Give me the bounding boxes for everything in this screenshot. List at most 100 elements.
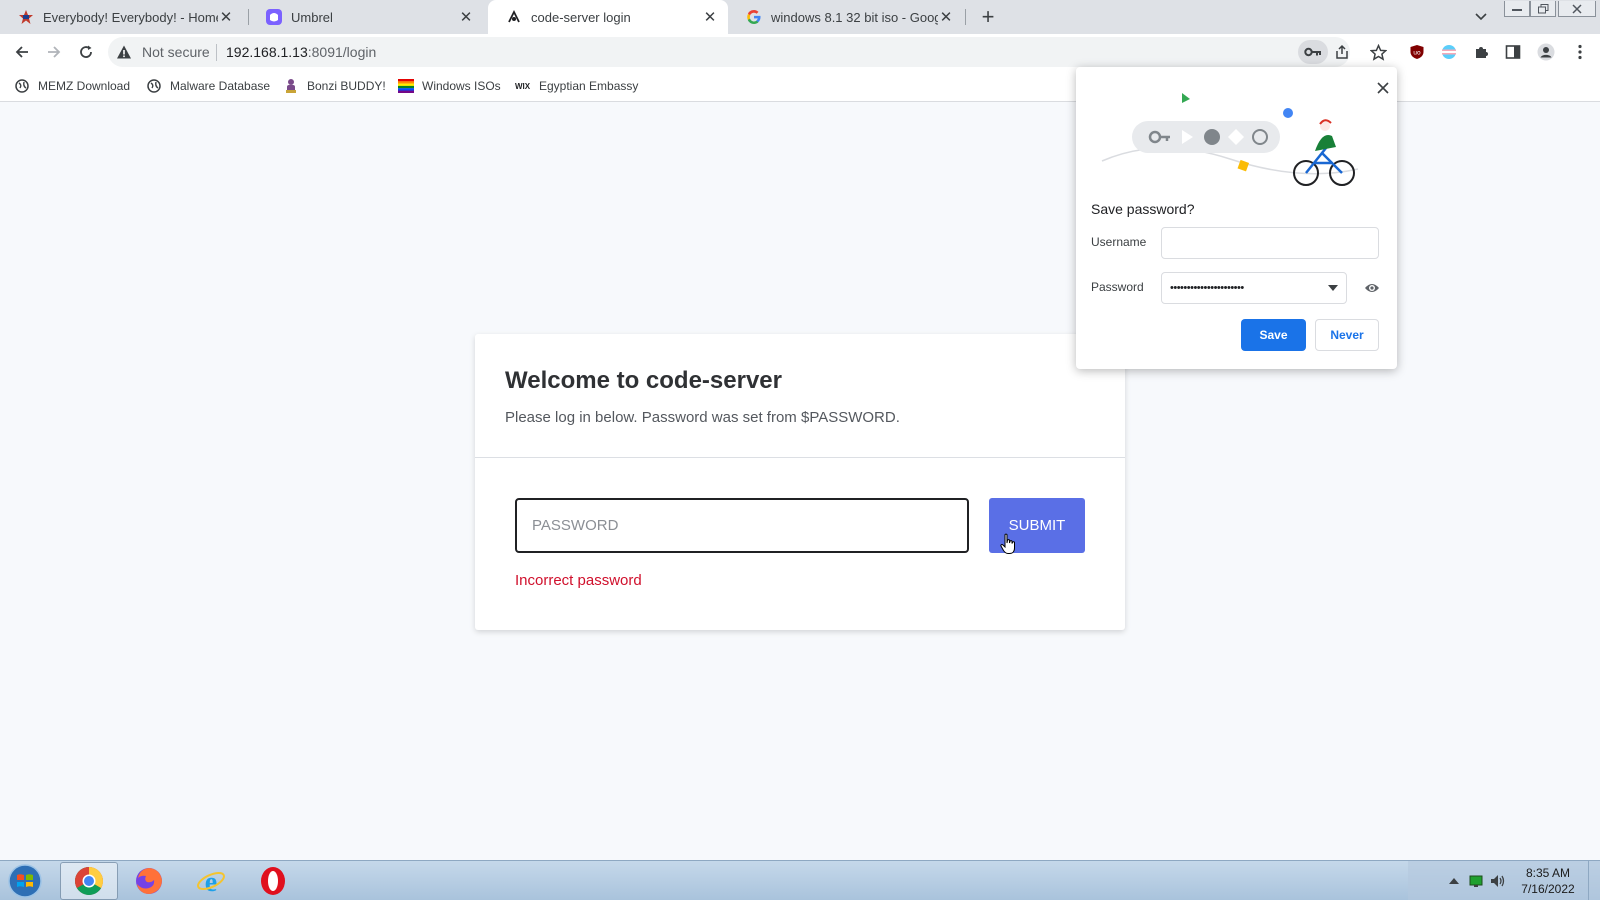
caret-down-icon <box>1328 283 1338 293</box>
bookmark-label: Egyptian Embassy <box>539 79 639 93</box>
system-clock[interactable]: 8:35 AM 7/16/2022 <box>1510 865 1586 897</box>
url-path: :8091/login <box>307 44 377 60</box>
taskbar-internet-explorer[interactable]: e <box>182 862 240 900</box>
minimize-button[interactable] <box>1504 0 1530 18</box>
star-icon <box>1369 43 1387 61</box>
restore-button[interactable] <box>1530 0 1556 18</box>
reload-icon <box>80 45 92 58</box>
minimize-icon <box>1512 8 1522 11</box>
browser-toolbar: Not secure 192.168.1.13:8091/login uo <box>0 34 1600 70</box>
password-illustration <box>1101 93 1359 186</box>
divider <box>216 44 217 61</box>
password-select[interactable]: •••••••••••••••••••••• <box>1161 272 1347 304</box>
card-header: Welcome to code-server Please log in bel… <box>475 334 1125 458</box>
bookmark-star-button[interactable] <box>1366 40 1390 64</box>
svg-text:e: e <box>205 867 217 896</box>
url-host: 192.168.1.13 <box>226 44 308 60</box>
hand-cursor-icon <box>1000 533 1015 554</box>
login-card: Welcome to code-server Please log in bel… <box>475 334 1125 630</box>
ublock-extension[interactable]: uo <box>1405 40 1429 64</box>
tab-title: code-server login <box>531 9 631 25</box>
extensions-button[interactable] <box>1469 40 1493 64</box>
trans-flag-icon <box>1442 45 1456 59</box>
tab-umbrel[interactable]: Umbrel ✕ <box>248 0 484 34</box>
chrome-icon <box>75 867 103 895</box>
reload-button[interactable] <box>74 40 98 64</box>
save-button[interactable]: Save <box>1241 319 1306 351</box>
show-hidden-icons-button[interactable] <box>1446 873 1462 889</box>
more-vert-icon <box>1578 44 1582 60</box>
taskbar-chrome[interactable] <box>60 862 118 900</box>
url-text[interactable]: 192.168.1.13:8091/login <box>226 44 376 60</box>
rainbow-flag-icon <box>398 78 414 94</box>
svg-text:uo: uo <box>1413 50 1421 57</box>
tab-separator <box>965 9 966 25</box>
save-password-dialog: Save password? Username Password •••••••… <box>1076 67 1397 369</box>
bookmark-windows-isos[interactable]: Windows ISOs <box>398 77 501 95</box>
internet-explorer-icon: e <box>197 867 225 896</box>
profile-button[interactable] <box>1534 40 1558 64</box>
show-desktop-button[interactable] <box>1588 861 1600 900</box>
pride-extension[interactable] <box>1437 40 1461 64</box>
puzzle-icon <box>1476 47 1488 58</box>
network-icon[interactable] <box>1468 873 1484 889</box>
wix-icon: WIX <box>515 78 531 94</box>
tab-search-button[interactable] <box>1470 6 1492 28</box>
side-panel-icon <box>1505 45 1521 59</box>
bookmark-label: Malware Database <box>170 79 271 93</box>
username-field[interactable] <box>1161 227 1379 259</box>
close-icon[interactable]: ✕ <box>938 9 954 26</box>
tab-google[interactable]: windows 8.1 32 bit iso - Google S ✕ <box>728 0 964 34</box>
chevron-down-icon <box>1475 13 1487 21</box>
close-icon[interactable]: ✕ <box>218 9 234 26</box>
close-icon[interactable]: ✕ <box>458 9 474 26</box>
taskbar: e 8:35 AM 7/16/2022 <box>0 860 1600 900</box>
code-server-icon <box>506 9 522 25</box>
password-input[interactable] <box>515 498 969 553</box>
close-icon[interactable]: ✕ <box>702 9 718 26</box>
google-icon <box>746 9 762 25</box>
key-icon[interactable] <box>1298 40 1328 64</box>
chevron-up-icon <box>1449 878 1459 884</box>
page-subtitle: Please log in below. Password was set fr… <box>505 409 900 426</box>
menu-button[interactable] <box>1568 40 1592 64</box>
eye-icon[interactable] <box>1363 279 1381 297</box>
bookmark-label: MEMZ Download <box>38 79 131 93</box>
close-icon <box>1572 3 1582 14</box>
ublock-icon: uo <box>1410 45 1424 59</box>
volume-icon[interactable] <box>1490 873 1506 889</box>
bookmark-egyptian-embassy[interactable]: WIX Egyptian Embassy <box>515 77 638 95</box>
address-bar[interactable]: Not secure 192.168.1.13:8091/login <box>108 37 1350 67</box>
taskbar-opera[interactable] <box>244 862 302 900</box>
bonzi-icon <box>283 78 299 94</box>
windows-start-icon <box>8 864 42 898</box>
bookmark-label: Windows ISOs <box>422 79 501 93</box>
side-panel-button[interactable] <box>1501 40 1525 64</box>
tab-homestar[interactable]: Everybody! Everybody! - Homest ✕ <box>0 0 244 34</box>
password-label: Password <box>1091 280 1144 294</box>
globe-icon <box>14 78 30 94</box>
taskbar-firefox[interactable] <box>120 862 178 900</box>
tab-title: Umbrel <box>291 9 333 25</box>
tab-title: windows 8.1 32 bit iso - Google S <box>771 9 938 25</box>
back-button[interactable] <box>10 40 34 64</box>
bookmark-malware-database[interactable]: Malware Database <box>146 77 270 95</box>
security-label[interactable]: Not secure <box>142 44 210 60</box>
bookmark-memz[interactable]: MEMZ Download <box>14 77 130 95</box>
tab-code-server[interactable]: code-server login ✕ <box>488 0 728 34</box>
dialog-title: Save password? <box>1091 201 1195 217</box>
share-icon[interactable] <box>1331 41 1353 63</box>
globe-icon <box>146 78 162 94</box>
window-close-button[interactable] <box>1558 0 1596 18</box>
bookmark-bonzi-buddy[interactable]: Bonzi BUDDY! <box>283 77 386 95</box>
arrow-right-icon <box>48 46 61 58</box>
never-button[interactable]: Never <box>1315 319 1379 351</box>
close-icon[interactable] <box>1376 81 1390 95</box>
new-tab-button[interactable]: + <box>976 4 1000 29</box>
clock-date: 7/16/2022 <box>1521 882 1575 896</box>
forward-button[interactable] <box>42 40 66 64</box>
warning-icon[interactable] <box>116 44 132 60</box>
tab-strip: Everybody! Everybody! - Homest ✕ Umbrel … <box>0 0 1600 34</box>
start-button[interactable] <box>4 863 46 899</box>
tab-title: Everybody! Everybody! - Homest <box>43 9 218 25</box>
